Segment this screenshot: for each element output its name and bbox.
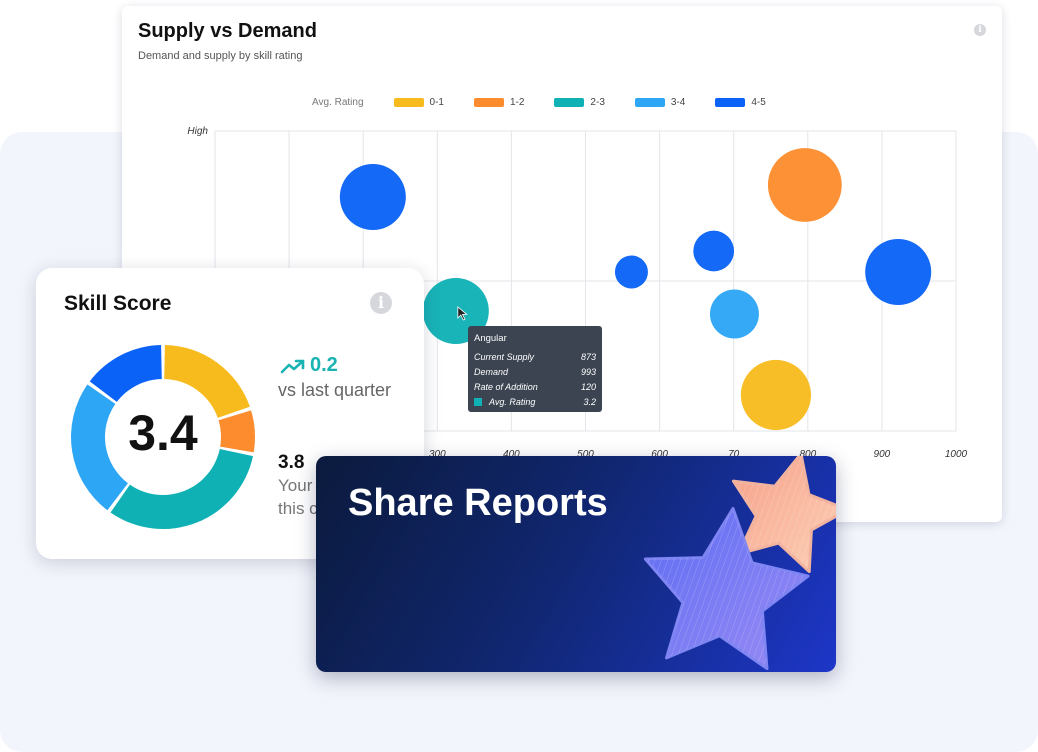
- info-icon[interactable]: i: [370, 292, 392, 314]
- tooltip-label: Avg. Rating: [489, 397, 536, 407]
- secondary-label: Your: [278, 476, 313, 495]
- chart-bubble[interactable]: [865, 239, 932, 305]
- chart-legend: Avg. Rating 0-1 1-2 2-3 3-4 4-5: [312, 97, 796, 108]
- tooltip-value: 3.2: [583, 397, 596, 407]
- delta-value: 0.2: [310, 354, 338, 376]
- legend-swatch: [554, 98, 585, 107]
- secondary-label: this c: [278, 499, 318, 518]
- chart-bubble[interactable]: [614, 255, 648, 289]
- legend-swatch: [634, 98, 665, 107]
- chart-tooltip: Angular Current Supply 873 Demand 993 Ra…: [468, 326, 602, 412]
- chart-bubble[interactable]: [709, 289, 759, 339]
- legend-title: Avg. Rating: [312, 97, 364, 108]
- tooltip-value: 873: [580, 352, 596, 362]
- tooltip-title: Angular: [474, 333, 507, 344]
- legend-item[interactable]: 0-1: [393, 97, 444, 108]
- tooltip-value: 120: [580, 382, 596, 392]
- share-reports-card[interactable]: Share Reports: [316, 456, 836, 672]
- legend-item[interactable]: 1-2: [473, 97, 525, 108]
- tooltip-label: Rate of Addition: [474, 382, 538, 392]
- secondary-score: 3.8: [278, 452, 305, 473]
- skill-score-value: 3.4: [128, 405, 198, 461]
- chart-bubble[interactable]: [693, 230, 735, 272]
- chart-bubble[interactable]: [740, 359, 812, 431]
- legend-label: 1-2: [509, 97, 525, 108]
- legend-label: 0-1: [429, 97, 444, 108]
- info-icon[interactable]: i: [974, 24, 986, 36]
- legend-swatch: [393, 98, 424, 107]
- tooltip-row: Current Supply 873: [474, 352, 596, 362]
- delta-row: 0.2: [280, 354, 338, 377]
- tooltip-row: Demand 993: [474, 367, 596, 377]
- tooltip-row: Rate of Addition 120: [474, 382, 596, 392]
- legend-label: 4-5: [751, 97, 766, 108]
- skill-score-title: Skill Score: [64, 292, 172, 315]
- legend-swatch: [715, 98, 746, 107]
- legend-item[interactable]: 2-3: [554, 97, 605, 108]
- tooltip-value: 993: [580, 367, 596, 377]
- tooltip-label: Current Supply: [474, 352, 535, 362]
- chart-title: Supply vs Demand: [138, 20, 317, 42]
- x-tick-label: 1000: [945, 449, 968, 460]
- x-tick-label: 900: [874, 449, 891, 460]
- share-reports-title: Share Reports: [348, 482, 608, 524]
- legend-label: 3-4: [670, 97, 686, 108]
- legend-label: 2-3: [590, 97, 605, 108]
- chart-bubble[interactable]: [339, 164, 406, 230]
- chart-bubble[interactable]: [767, 148, 842, 222]
- donut-segment[interactable]: [89, 345, 162, 402]
- tooltip-row: Avg. Rating 3.2: [474, 397, 596, 407]
- tooltip-label: Demand: [474, 367, 509, 377]
- tooltip-swatch: [474, 398, 482, 406]
- y-axis-label: High: [187, 126, 208, 137]
- delta-label: vs last quarter: [278, 380, 392, 400]
- trending-up-icon: [280, 359, 305, 373]
- legend-swatch: [473, 98, 504, 107]
- legend-item[interactable]: 3-4: [634, 97, 686, 108]
- legend-item[interactable]: 4-5: [715, 97, 766, 108]
- chart-subtitle: Demand and supply by skill rating: [138, 50, 303, 62]
